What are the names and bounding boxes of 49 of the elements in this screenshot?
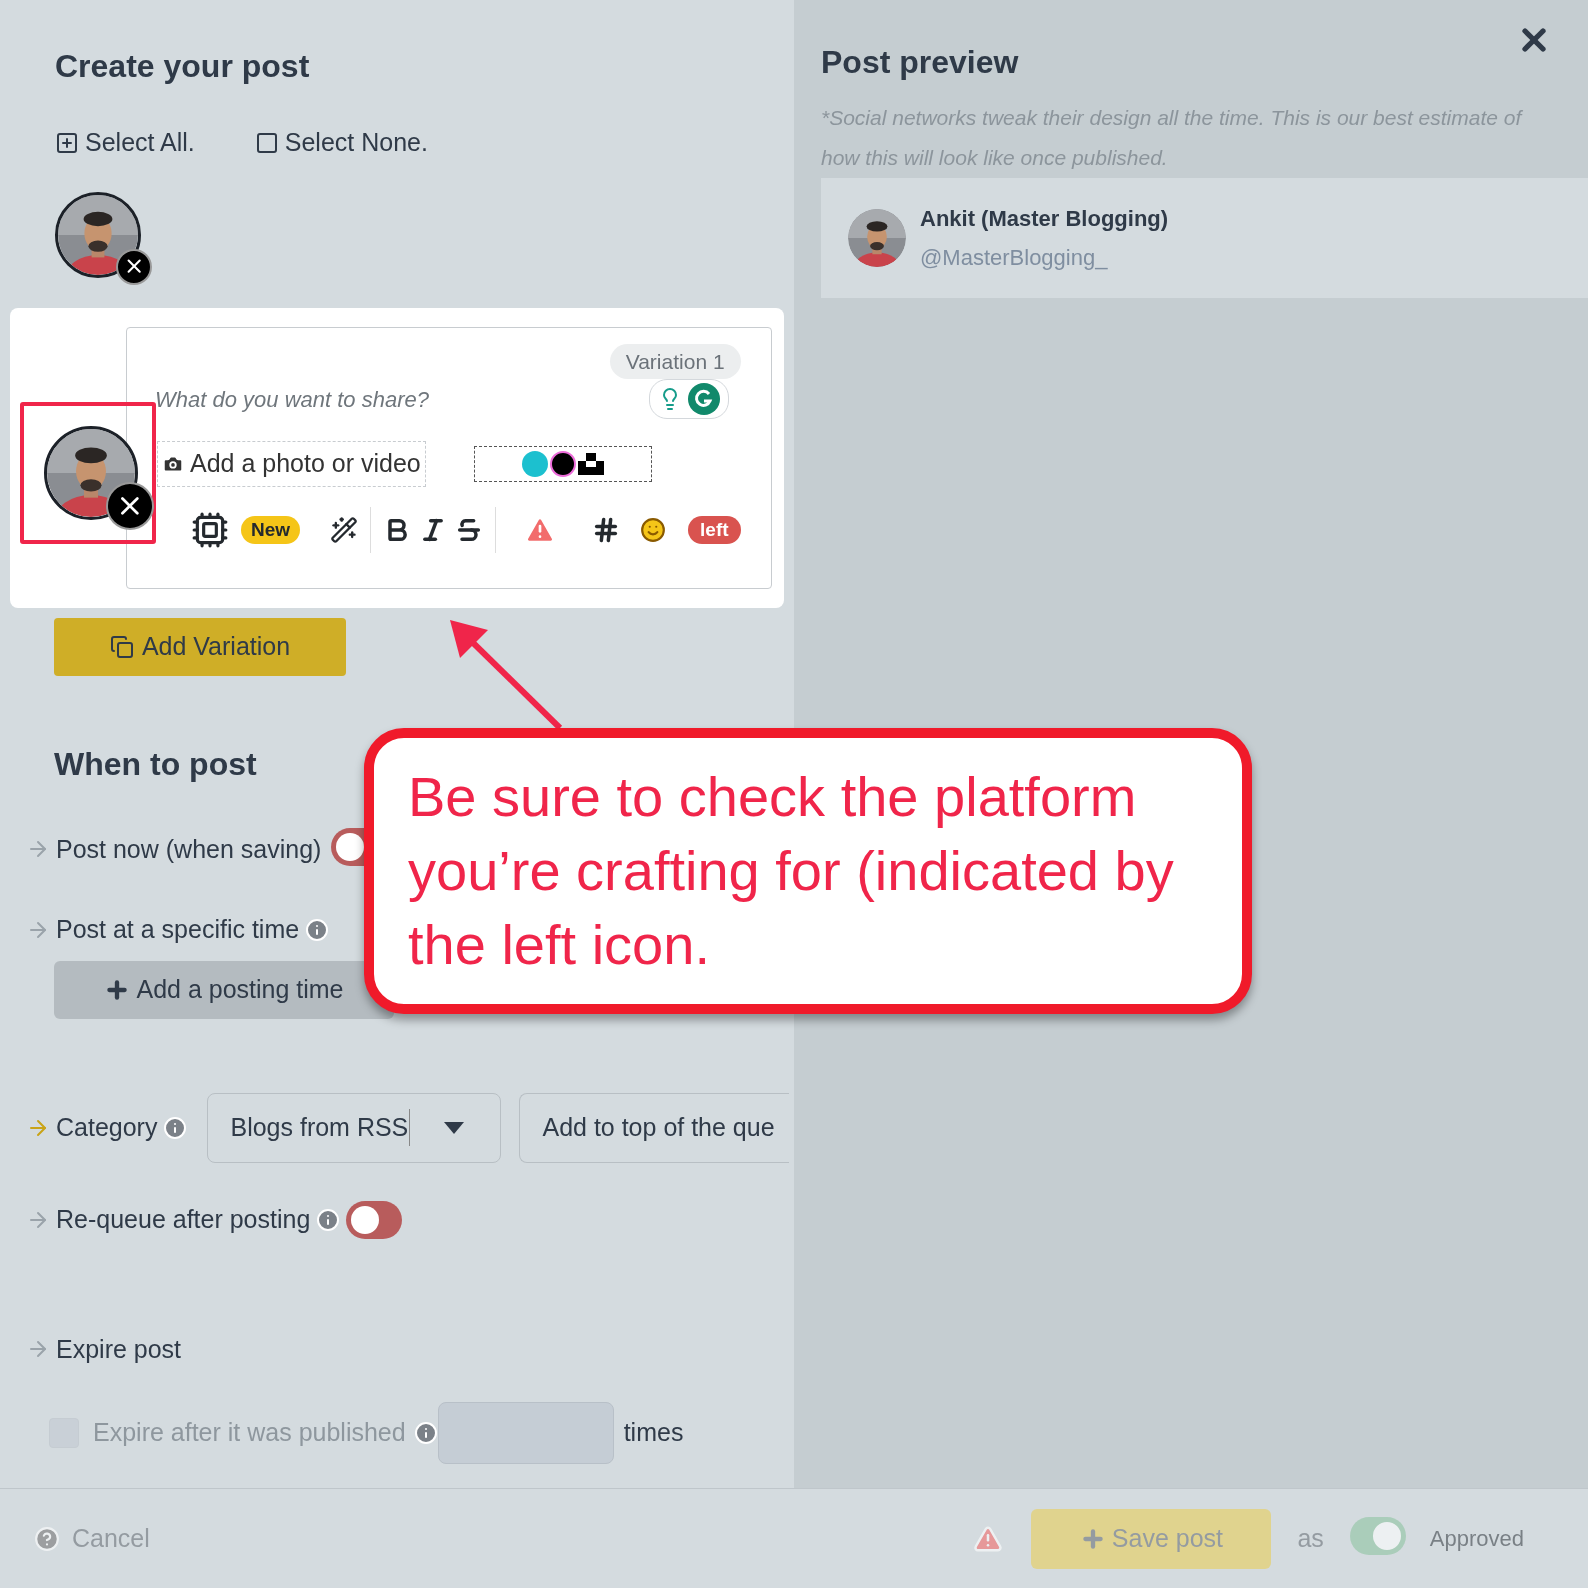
add-posting-time-button[interactable]: Add a posting time <box>54 960 394 1019</box>
category-label: Category <box>56 1111 158 1143</box>
info-icon <box>163 1115 188 1140</box>
times-input[interactable] <box>437 1402 614 1464</box>
info-icon <box>413 1421 438 1445</box>
info-icon <box>305 917 330 942</box>
x-logo-icon <box>116 248 152 285</box>
post-now-label: Post now (when saving) <box>56 833 322 865</box>
ai-chip-icon <box>191 511 229 549</box>
preview-title: Post preview <box>821 43 1019 82</box>
character-counter: left <box>688 515 741 545</box>
queue-position-dropdown[interactable]: Add to top of the que <box>519 1092 790 1163</box>
add-media-button[interactable]: Add a photo or video <box>157 441 426 487</box>
selected-account[interactable] <box>20 401 156 544</box>
copy-icon <box>109 634 134 659</box>
caret-icon <box>444 1121 465 1134</box>
grammar-icon <box>687 383 720 415</box>
integrations-strip[interactable] <box>473 446 652 482</box>
account-name: Ankit (Master Blogging) <box>920 205 1169 233</box>
post-text-field[interactable]: What do you want to share? <box>155 382 429 416</box>
emoji-icon[interactable] <box>640 517 667 543</box>
as-label: as <box>1297 1522 1324 1554</box>
select-none-link[interactable]: Select None. <box>254 124 428 162</box>
category-dropdown[interactable]: Blogs from RSS <box>207 1092 502 1163</box>
add-variation-button[interactable]: Add Variation <box>54 617 346 676</box>
blocks-icon <box>577 453 604 475</box>
specific-time-label: Post at a specific time <box>56 914 300 945</box>
approval-status: Approved <box>1429 1525 1524 1553</box>
approval-toggle[interactable] <box>1349 1516 1406 1555</box>
expire-label: Expire post <box>56 1333 182 1365</box>
expire-after-label: Expire after it was published <box>93 1417 406 1449</box>
writing-assistant-widget[interactable] <box>648 379 729 419</box>
new-badge: New <box>241 515 301 545</box>
requeue-label: Re-queue after posting <box>56 1203 311 1235</box>
requeue-toggle[interactable] <box>346 1200 403 1239</box>
section-title: When to post <box>54 744 257 784</box>
x-logo-icon <box>106 481 154 530</box>
times-label: times <box>623 1417 684 1449</box>
select-all-link[interactable]: Select All. <box>55 124 195 162</box>
square-icon <box>254 130 279 155</box>
variation-tag: Variation 1 <box>609 343 741 379</box>
magic-wand-icon[interactable] <box>330 516 359 544</box>
help-icon <box>34 1525 60 1552</box>
plus-square-icon <box>55 130 79 155</box>
callout-text: Be sure to check the platform you’re crafting for (indicated by the left icon. <box>408 764 1175 978</box>
info-icon <box>316 1207 341 1232</box>
account-handle: @MasterBlogging_ <box>920 244 1109 272</box>
preview-note: *Social networks tweak their design all the time. This is our best estimate of how this will look like once published. <box>821 105 1524 171</box>
page-title: Create your post <box>55 47 310 86</box>
